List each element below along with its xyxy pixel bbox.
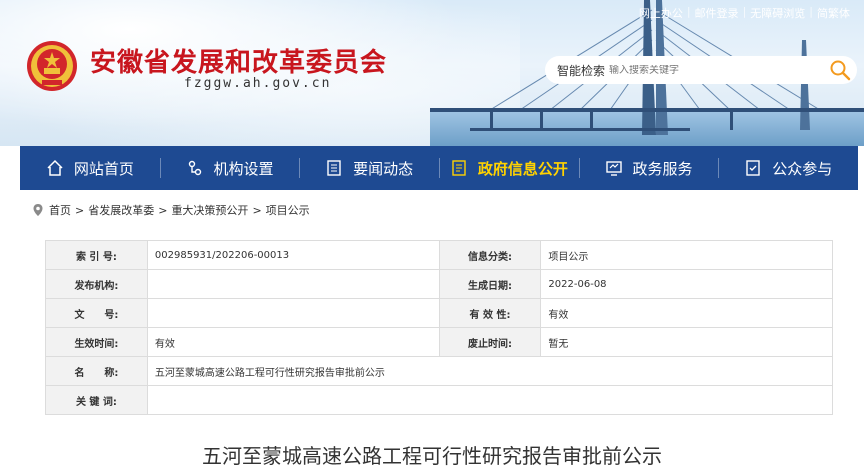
top-link-mail-login[interactable]: 邮件登录 [691,5,743,21]
top-link-accessibility[interactable]: 无障碍浏览 [746,5,809,21]
nav-item-label: 要闻动态 [353,159,414,178]
table-row: 文 号: 有 效 性: 有效 [45,298,833,328]
validity-value: 有效 [540,298,833,328]
search-box: 智能检索 [545,56,857,84]
search-label: 智能检索 [557,63,606,78]
nav-item-org[interactable]: 机构设置 [159,146,300,190]
info-icon [452,160,466,176]
breadcrumb-project-notice[interactable]: 项目公示 [266,202,310,218]
nav-item-info-disclosure[interactable]: 政府信息公开 [439,146,579,190]
nav-item-home[interactable]: 网站首页 [20,146,160,190]
divider: | [742,5,747,18]
divider: | [686,5,691,18]
breadcrumb-separator: > [158,203,168,217]
location-pin-icon [33,204,43,216]
breadcrumb-major-decisions[interactable]: 重大决策预公开 [171,202,248,218]
site-domain: fzggw.ah.gov.cn [184,76,332,91]
top-link-online-office[interactable]: 网上办公 [635,5,687,21]
category-value: 项目公示 [540,240,833,270]
nav-item-label: 公众参与 [772,159,833,178]
table-row: 索 引 号: 002985931/202206-00013 信息分类: 项目公示 [45,240,833,270]
category-label: 信息分类: [438,240,542,270]
index-label: 索 引 号: [45,240,148,270]
info-table: 索 引 号: 002985931/202206-00013 信息分类: 项目公示… [45,240,834,415]
header-banner: 安徽省发展和改革委员会 fzggw.ah.gov.cn 网上办公 | 邮件登录 … [0,0,864,146]
name-label: 名 称: [45,356,148,386]
index-value: 002985931/202206-00013 [146,240,440,270]
validity-label: 有 效 性: [438,298,542,328]
service-icon [605,161,622,176]
effective-value: 有效 [146,327,440,357]
name-value: 五河至蒙城高速公路工程可行性研究报告审批前公示 [146,356,834,386]
table-row: 关 键 词: [45,385,834,415]
nav-item-news[interactable]: 要闻动态 [299,146,439,190]
publisher-label: 发布机构: [45,269,148,299]
breadcrumb: 首页 > 省发展改革委 > 重大决策预公开 > 项目公示 [32,202,310,218]
table-row: 生效时间: 有效 废止时间: 暂无 [45,327,833,357]
effective-label: 生效时间: [45,327,148,357]
top-links: 网上办公 | 邮件登录 | 无障碍浏览 | 简繁体 [635,5,854,21]
breadcrumb-ndrc[interactable]: 省发展改革委 [88,202,154,218]
nav-item-gov-service[interactable]: 政务服务 [578,146,719,190]
main-nav: 网站首页 机构设置 要闻动态 政府信息公开 政务服务 公众参与 [20,146,858,190]
nav-item-public-participation[interactable]: 公众参与 [718,146,858,190]
publisher-value [146,269,440,299]
expiry-value: 暂无 [540,327,833,357]
participate-icon [746,160,760,176]
document-title: 五河至蒙城高速公路工程可行性研究报告审批前公示 [202,444,662,468]
national-emblem-icon [27,41,77,91]
search-input[interactable] [609,64,809,76]
home-icon [47,159,63,176]
nav-item-label: 机构设置 [213,159,274,178]
top-link-traditional-simplified[interactable]: 简繁体 [813,5,854,21]
breadcrumb-home[interactable]: 首页 [49,202,71,218]
news-icon [327,160,341,176]
expiry-label: 废止时间: [438,327,542,357]
nav-item-label: 政务服务 [632,159,693,178]
keywords-value [146,385,834,415]
org-icon [188,160,201,176]
search-icon[interactable] [829,59,851,81]
nav-item-label: 网站首页 [73,159,134,178]
docno-label: 文 号: [45,298,148,328]
table-row: 名 称: 五河至蒙城高速公路工程可行性研究报告审批前公示 [45,356,834,386]
breadcrumb-separator: > [75,203,85,217]
site-title[interactable]: 安徽省发展和改革委员会 [90,42,387,79]
created-label: 生成日期: [438,269,542,299]
nav-item-label: 政府信息公开 [477,159,568,178]
breadcrumb-separator: > [252,203,262,217]
keywords-label: 关 键 词: [45,385,148,415]
divider: | [809,5,813,18]
created-value: 2022-06-08 [540,269,833,299]
table-row: 发布机构: 生成日期: 2022-06-08 [45,269,833,299]
docno-value [146,298,440,328]
